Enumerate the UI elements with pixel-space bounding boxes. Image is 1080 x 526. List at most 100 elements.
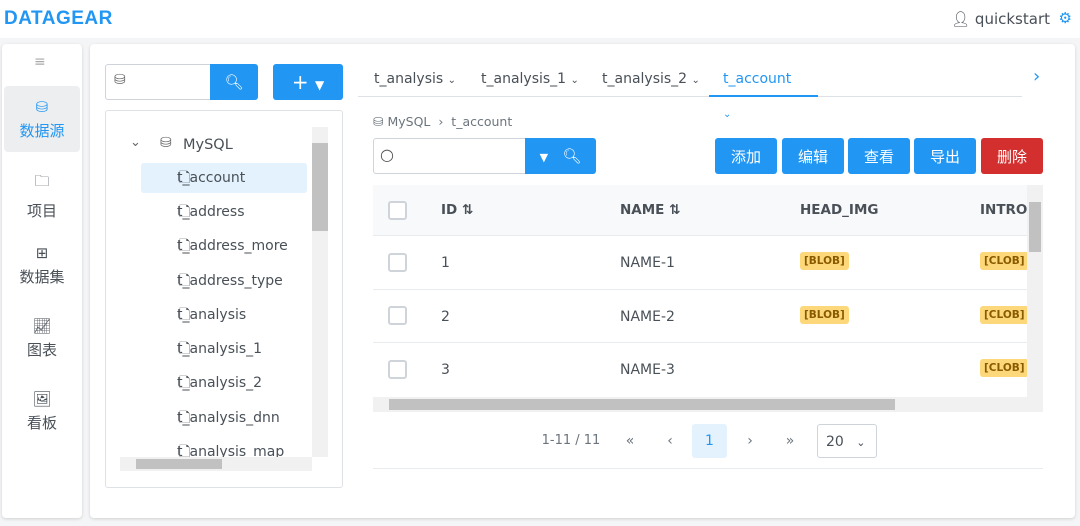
sidebar-item-dataset[interactable]: ⊞ 数据集 (4, 232, 80, 298)
page-size-value: 20 (826, 434, 844, 450)
prev-page-button[interactable]: ‹ (656, 424, 684, 458)
export-button[interactable]: 导出 (914, 138, 976, 174)
blob-badge[interactable]: [BLOB] (800, 306, 849, 324)
table-search-button[interactable]: ▼ 🔍︎ (525, 138, 596, 174)
first-page-button[interactable]: « (616, 424, 644, 458)
dashboard-icon: 🖼︎ (32, 390, 52, 408)
user-menu[interactable]: 👤︎ quickstart (951, 10, 1050, 28)
sidebar-label: 数据集 (19, 268, 65, 286)
tree-horizontal-scrollbar[interactable] (120, 457, 312, 471)
row-checkbox[interactable] (388, 360, 407, 379)
datagear-logo[interactable]: DATAGEAR (4, 8, 113, 30)
table-icon: ⊞ (35, 244, 49, 262)
edit-button[interactable]: 编辑 (782, 138, 844, 174)
tab-t-analysis[interactable]: t_analysis ⌄ (374, 62, 456, 97)
table-search-input[interactable]: ○ (373, 138, 526, 174)
last-page-button[interactable]: » (776, 424, 804, 458)
column-label: NAME (620, 202, 665, 218)
file-icon: 🗋 (179, 375, 191, 391)
gear-icon[interactable]: ⚙ (1059, 9, 1072, 27)
tab-label: t_analysis (374, 71, 444, 87)
clob-badge[interactable]: [CLOB] (980, 359, 1029, 377)
tree-node[interactable]: 🗋 t_address (141, 197, 307, 227)
chevron-down-icon[interactable]: ⌄ (448, 75, 456, 86)
tree-root-mysql[interactable]: MySQL (183, 137, 233, 153)
pagination-summary: 1-11 / 11 (541, 433, 601, 448)
tree-node[interactable]: 🗋 t_account (141, 163, 307, 193)
tree-node[interactable]: 🗋 t_address_type (141, 266, 307, 296)
datasource-search-button[interactable]: 🔍︎ (210, 64, 258, 100)
tab-label: t_analysis_1 (481, 71, 567, 87)
chevron-down-icon: ⌄ (856, 436, 866, 449)
tree-node[interactable]: 🗋 t_analysis_dnn (141, 403, 307, 433)
file-icon: 🗋 (179, 410, 191, 426)
search-icon: 🔍︎ (224, 73, 244, 91)
file-icon: 🗋 (179, 204, 191, 220)
chevron-down-icon[interactable]: ▼ (540, 151, 548, 164)
page-size-select[interactable]: 20 ⌄ (817, 424, 877, 458)
select-all-checkbox[interactable] (388, 201, 407, 220)
breadcrumb: ⛁ MySQL › t_account (373, 114, 513, 129)
menu-toggle-icon[interactable]: ≡ (34, 54, 46, 70)
folder-icon: 🗀 (34, 172, 50, 190)
cell-id: 2 (441, 309, 450, 325)
sidebar-item-chart[interactable]: 📈︎ 图表 (4, 305, 80, 371)
clob-badge[interactable]: [CLOB] (980, 252, 1029, 270)
scrollbar-thumb[interactable] (312, 143, 328, 231)
cell-name: NAME-1 (620, 255, 675, 271)
table-vertical-scrollbar[interactable] (1027, 185, 1043, 397)
delete-button[interactable]: 删除 (981, 138, 1043, 174)
cell-name: NAME-2 (620, 309, 675, 325)
tab-label: t_analysis_2 (602, 71, 688, 87)
sidebar-item-project[interactable]: 🗀 项目 (4, 159, 80, 225)
row-checkbox[interactable] (388, 253, 407, 272)
tab-t-account[interactable]: t_account ⌄ (709, 62, 818, 120)
database-icon: ⛁ (114, 72, 126, 88)
sidebar: ≡ ⛁ 数据源 🗀 项目 ⊞ 数据集 📈︎ 图表 🖼︎ 看板 (2, 44, 82, 518)
scrollbar-thumb[interactable] (389, 399, 895, 410)
page-1-button[interactable]: 1 (692, 424, 727, 458)
column-header-head-img[interactable]: HEAD_IMG (800, 185, 878, 236)
file-icon: 🗋 (179, 238, 191, 254)
tab-t-analysis-2[interactable]: t_analysis_2 ⌄ (602, 62, 700, 97)
chevron-down-icon[interactable]: ⌄ (692, 75, 700, 86)
tree-node[interactable]: 🗋 t_analysis_2 (141, 368, 307, 398)
chevron-down-icon[interactable]: ⌄ (723, 109, 731, 120)
tree-vertical-scrollbar[interactable] (312, 127, 328, 457)
scrollbar-thumb[interactable] (1029, 202, 1041, 252)
database-icon: ⛁ (160, 135, 172, 151)
clob-badge[interactable]: [CLOB] (980, 306, 1029, 324)
tab-t-analysis-1[interactable]: t_analysis_1 ⌄ (481, 62, 579, 97)
chevron-down-icon[interactable]: ⌄ (571, 75, 579, 86)
column-header-intro[interactable]: INTRO (980, 185, 1027, 236)
row-divider (373, 342, 1027, 343)
row-checkbox[interactable] (388, 306, 407, 325)
column-header-id[interactable]: ID ⇅ (441, 185, 473, 236)
search-icon: 🔍︎ (562, 147, 582, 165)
sort-icon[interactable]: ⇅ (462, 202, 473, 218)
add-datasource-button[interactable]: + ▼ (273, 64, 343, 100)
sidebar-item-dashboard[interactable]: 🖼︎ 看板 (4, 378, 80, 444)
table-horizontal-scrollbar[interactable] (373, 397, 1043, 412)
tree-node[interactable]: 🗋 t_analysis_1 (141, 334, 307, 364)
chevron-down-icon[interactable]: ⌄ (130, 135, 141, 150)
sidebar-item-datasource[interactable]: ⛁ 数据源 (4, 86, 80, 152)
next-page-button[interactable]: › (736, 424, 764, 458)
add-button[interactable]: 添加 (715, 138, 777, 174)
datasource-search-input[interactable]: ⛁ (105, 64, 211, 100)
top-header: DATAGEAR 👤︎ quickstart ⚙ (0, 0, 1080, 38)
database-icon: ⛁ (373, 114, 384, 129)
username: quickstart (974, 10, 1050, 28)
tree-node[interactable]: 🗋 t_analysis (141, 300, 307, 330)
blob-badge[interactable]: [BLOB] (800, 252, 849, 270)
breadcrumb-db[interactable]: MySQL (387, 114, 430, 129)
column-header-name[interactable]: NAME ⇅ (620, 185, 680, 236)
view-button[interactable]: 查看 (848, 138, 910, 174)
chevron-right-icon[interactable]: › (1033, 66, 1040, 87)
chart-icon: 📈︎ (32, 317, 52, 335)
breadcrumb-table: t_account (451, 114, 513, 129)
tree-node[interactable]: 🗋 t_address_more (141, 231, 307, 261)
cell-id: 1 (441, 255, 450, 271)
sort-icon[interactable]: ⇅ (669, 202, 680, 218)
scrollbar-thumb[interactable] (136, 459, 222, 469)
